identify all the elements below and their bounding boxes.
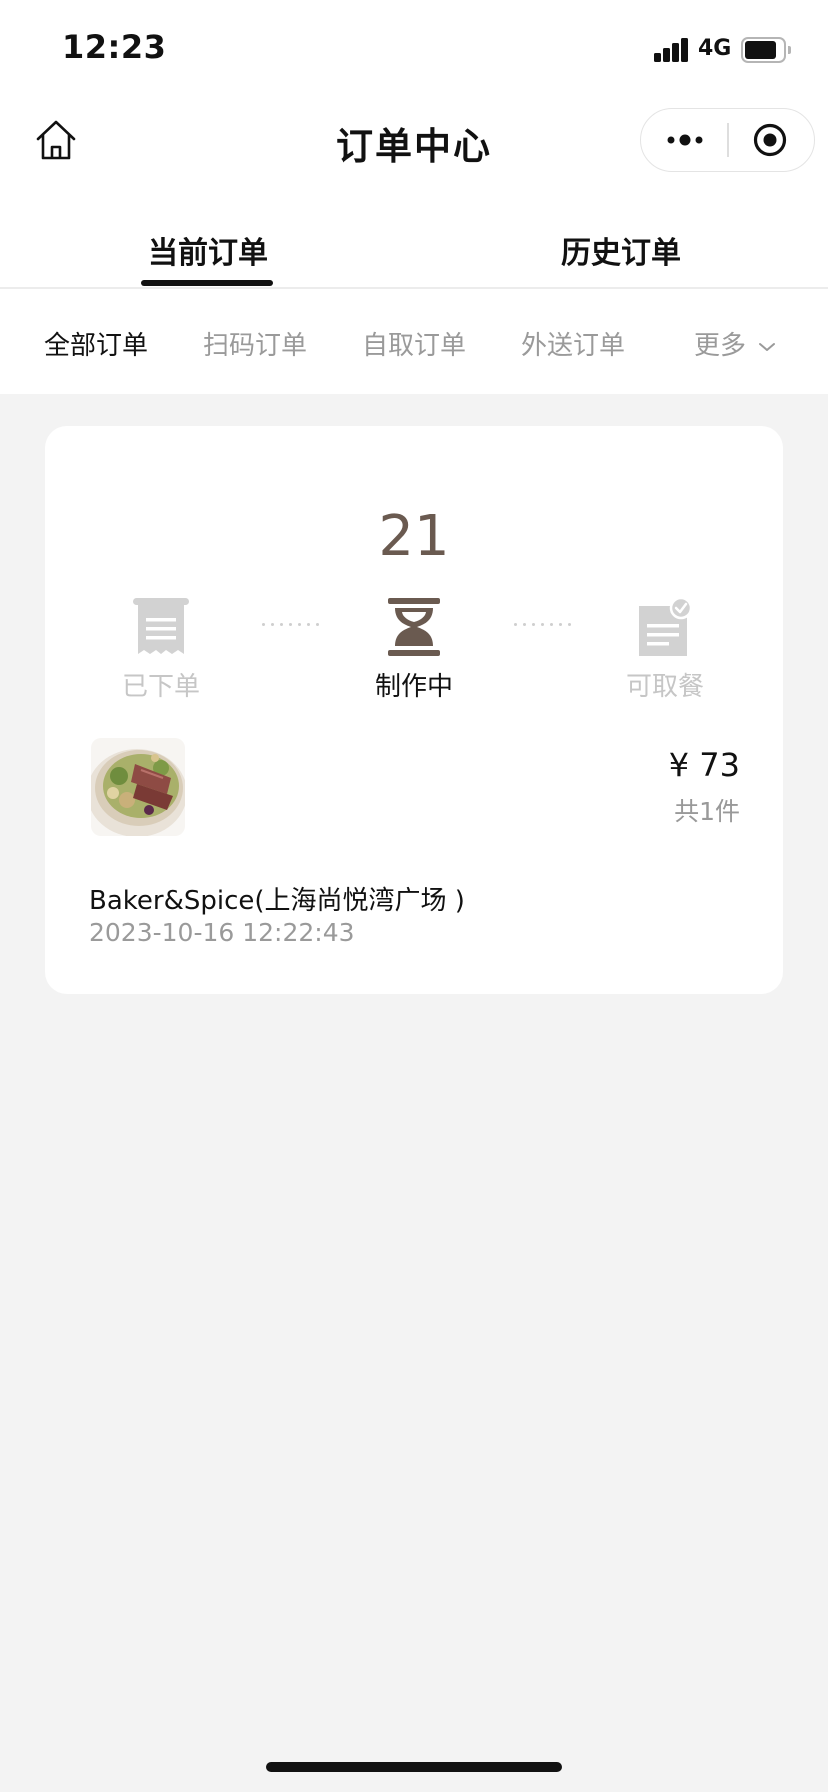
filter-all-orders[interactable]: 全部订单 xyxy=(44,325,148,362)
chevron-down-icon xyxy=(759,342,776,351)
step-connector xyxy=(260,622,320,628)
filter-delivery-orders[interactable]: 外送订单 xyxy=(521,325,625,362)
hourglass-icon xyxy=(384,596,444,658)
filter-more-label: 更多 xyxy=(694,331,747,361)
step-label-in-progress: 制作中 xyxy=(374,672,453,702)
filter-pickup-orders[interactable]: 自取订单 xyxy=(362,325,466,362)
tab-current-orders[interactable]: 当前订单 xyxy=(148,228,268,272)
tabs-divider xyxy=(0,287,828,289)
status-time: 12:23 xyxy=(62,28,167,66)
filter-more-dropdown[interactable]: 更多 xyxy=(694,325,776,362)
order-datetime: 2023-10-16 12:22:43 xyxy=(89,918,355,947)
pickup-number: 21 xyxy=(378,504,450,569)
close-mini-program-icon[interactable] xyxy=(729,109,815,170)
order-price: ¥ 73 xyxy=(668,746,740,784)
tab-history-orders[interactable]: 历史订单 xyxy=(561,228,681,272)
step-label-ready: 可取餐 xyxy=(625,672,704,702)
item-count: 共1件 xyxy=(674,797,740,826)
active-tab-indicator xyxy=(141,280,273,286)
filter-scan-orders[interactable]: 扫码订单 xyxy=(203,325,307,362)
step-label-ordered: 已下单 xyxy=(121,672,200,702)
receipt-icon xyxy=(131,596,191,658)
ready-document-check-icon xyxy=(635,596,695,658)
signal-icon xyxy=(654,38,690,62)
network-label: 4G xyxy=(698,36,732,61)
mini-program-capsule xyxy=(640,108,815,172)
home-indicator[interactable] xyxy=(266,1762,562,1772)
store-name: Baker&Spice(上海尚悦湾广场 ) xyxy=(89,886,465,916)
product-thumbnail xyxy=(91,738,185,836)
more-options-icon[interactable] xyxy=(641,109,727,170)
step-connector xyxy=(512,622,572,628)
battery-icon xyxy=(741,37,791,63)
